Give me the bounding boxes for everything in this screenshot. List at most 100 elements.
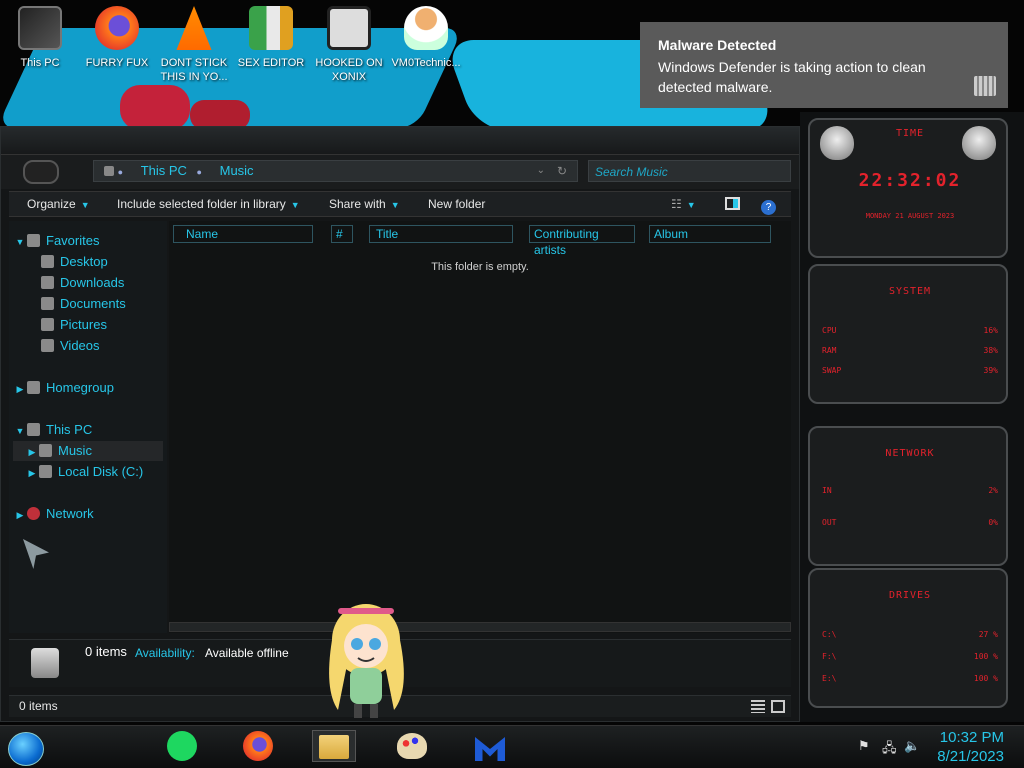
alien-head-icon [820,126,854,160]
new-folder-label: New folder [428,197,486,211]
desktop-icon-sex-editor[interactable]: SEX EDITOR [233,6,309,70]
chevron-down-icon: ▼ [686,200,696,210]
chevron-right-icon[interactable]: ▶ [25,442,39,462]
chevron-down-icon[interactable]: ▼ [13,421,27,441]
cpu-row: CPU 16% [822,326,998,335]
alien-head-icon [962,126,996,160]
new-folder-button[interactable]: New folder [428,192,485,218]
drive-c-value: 27 % [978,630,998,639]
refresh-icon[interactable]: ↻ [557,161,567,181]
start-button[interactable] [8,732,44,766]
hard-drive-icon [39,465,52,478]
nav-documents[interactable]: Documents [41,294,126,314]
nav-this-pc[interactable]: ▼ This PC [13,420,93,441]
homegroup-icon [27,381,40,394]
clock-time: 10:32 PM [939,729,1004,746]
system-gadget[interactable]: SYSTEM CPU 16% RAM 38% SWAP 39% [808,264,1008,404]
breadcrumb-music[interactable]: Music [220,163,254,178]
nav-music[interactable]: ▶ Music [13,441,163,461]
taskbar-spotify-icon[interactable] [160,730,204,762]
column-header-name[interactable]: Name [173,225,313,243]
network-out-row: OUT 0% [822,518,998,527]
details-view-icon[interactable] [751,700,765,713]
chevron-down-icon[interactable]: ⌄ [537,161,545,181]
horizontal-scrollbar[interactable] [169,622,791,632]
taskbar-paint-icon[interactable] [390,730,434,762]
desktop-icon-this-pc[interactable]: This PC [2,6,78,70]
nav-local-disk[interactable]: ▶ Local Disk (C:) [25,462,144,483]
desktop-icon-hooked-on-xonix[interactable]: HOOKED ON XONIX [311,6,387,84]
include-label: Include selected folder in library [117,197,286,211]
toast-body: Windows Defender is taking action to cle… [658,59,926,95]
large-icons-view-icon[interactable] [771,700,785,713]
share-with-button[interactable]: Share with ▼ [329,192,400,218]
chevron-down-icon: ▼ [390,200,400,210]
cartoon-character-sticker [329,604,404,718]
nav-downloads[interactable]: Downloads [41,273,124,293]
drive-e-label: E:\ [822,674,837,683]
organize-label: Organize [27,197,76,211]
technician-avatar-icon [404,6,448,50]
include-in-library-button[interactable]: Include selected folder in library ▼ [117,192,300,218]
malware-toast-notification[interactable]: Malware Detected Windows Defender is tak… [640,22,1008,108]
chevron-down-icon[interactable]: ▼ [13,232,27,252]
drives-gadget-title: DRIVES [888,590,932,601]
column-header-album[interactable]: Album [649,225,771,243]
chevron-right-icon[interactable]: ▶ [25,463,39,483]
taskbar-malwarebytes-icon[interactable] [468,730,512,762]
nav-network[interactable]: ▶ Network [13,504,94,524]
network-tray-icon[interactable]: 🖧 [882,739,897,761]
videos-icon [41,339,54,352]
clock-date: 8/21/2023 [937,748,1004,765]
nav-homegroup[interactable]: ▶ Homegroup [13,378,114,398]
folder-icon [319,735,349,759]
view-options-icon[interactable]: ☷ ▼ [671,192,696,218]
gadget-date: MONDAY 21 AUGUST 2023 [865,212,955,220]
breadcrumb-this-pc[interactable]: This PC [141,163,187,178]
desktop-icon-furry-fux[interactable]: FURRY FUX [79,6,155,70]
share-label: Share with [329,197,386,211]
drives-gadget[interactable]: DRIVES C:\ 27 % F:\ 100 % E:\ 100 % [808,568,1008,708]
preview-pane-icon[interactable] [725,192,740,218]
action-center-flag-icon[interactable]: ⚑ [858,739,870,754]
column-header-title[interactable]: Title [369,225,513,243]
address-bar[interactable]: ● This PC ● Music ⌄ ↻ [93,160,578,182]
drive-f-value: 100 % [973,652,998,661]
network-gadget-title: NETWORK [885,448,935,459]
taskbar-clock[interactable]: 10:32 PM 8/21/2023 [937,728,1004,766]
nav-desktop[interactable]: Desktop [41,252,108,272]
network-in-value: 2% [988,486,998,495]
nav-label: Homegroup [46,380,114,395]
network-icon [27,507,40,520]
column-header-number[interactable]: # [331,225,353,243]
time-gadget[interactable]: TIME 22:32:02 MONDAY 21 AUGUST 2023 [808,118,1008,258]
taskbar-firefox-icon[interactable] [236,730,280,762]
nav-pictures[interactable]: Pictures [41,315,107,335]
drive-e-value: 100 % [973,674,998,683]
chevron-right-icon[interactable]: ▶ [13,505,27,525]
breadcrumb-separator-icon: ● [117,167,124,177]
gadget-sidebar: TIME 22:32:02 MONDAY 21 AUGUST 2023 SYST… [800,112,1024,722]
chevron-right-icon[interactable]: ▶ [13,379,27,399]
availability-label: Availability: [135,646,195,660]
column-header-contributing-artists[interactable]: Contributing artists [529,225,635,257]
nav-videos[interactable]: Videos [41,336,100,356]
search-input[interactable] [589,162,790,182]
back-forward-button[interactable] [23,160,59,184]
window-title-bar[interactable] [1,127,799,155]
desktop-icon-vm0technic[interactable]: VM0Technic... [388,6,464,70]
organize-button[interactable]: Organize ▼ [27,192,90,218]
network-gadget[interactable]: NETWORK IN 2% OUT 0% [808,426,1008,566]
breadcrumb-separator-icon: ● [196,167,202,177]
nav-label: Music [58,443,92,458]
firefox-icon [95,6,139,50]
desktop-icon-dont-stick[interactable]: DONT STICK THIS IN YO... [156,6,232,84]
nav-label: Desktop [60,254,108,269]
taskbar: ⚑ 🖧 🔈 10:32 PM 8/21/2023 [0,725,1024,768]
volume-icon[interactable]: 🔈 [904,739,920,754]
search-box[interactable] [588,160,791,182]
help-icon[interactable]: ? [761,192,776,218]
chevron-down-icon: ▼ [80,200,90,210]
nav-favorites[interactable]: ▼ Favorites [13,231,100,252]
taskbar-file-explorer-icon[interactable] [312,730,356,762]
